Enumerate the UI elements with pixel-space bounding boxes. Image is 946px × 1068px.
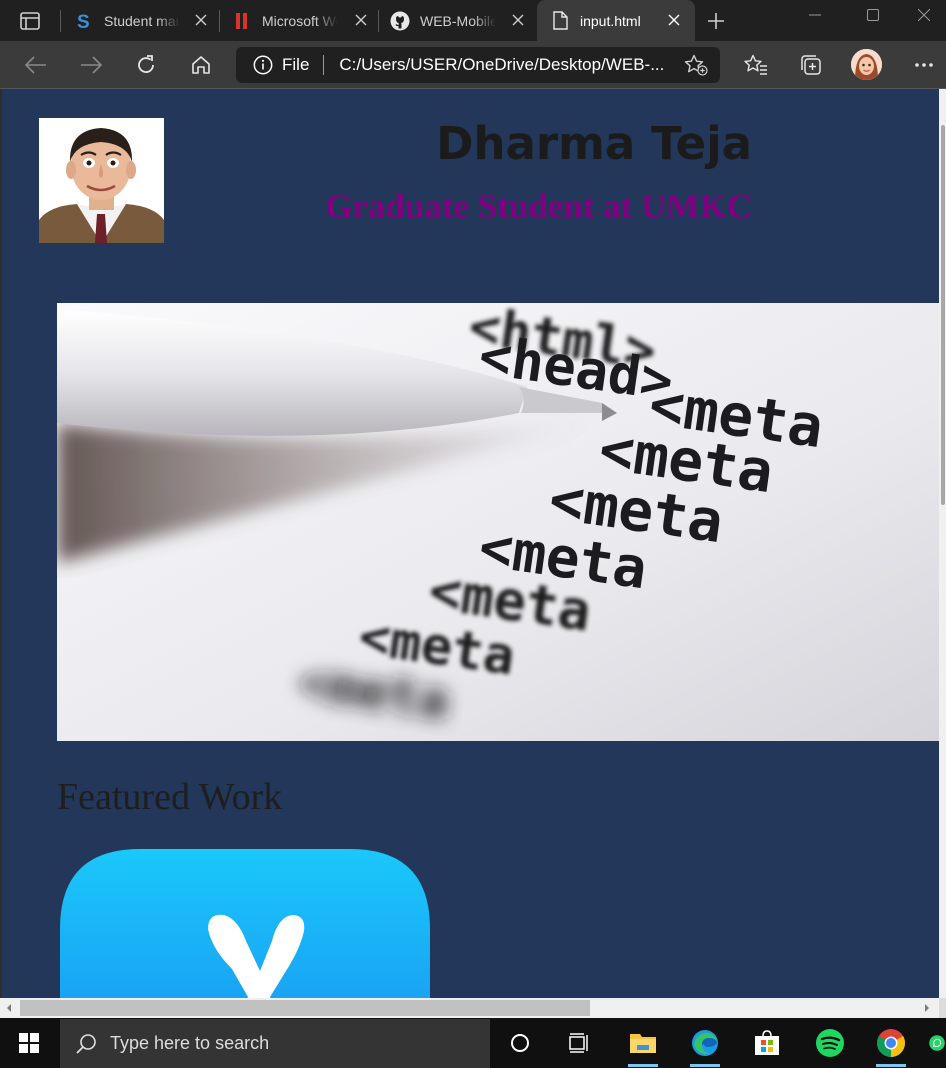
address-url[interactable]: C:/Users/USER/OneDrive/Desktop/WEB-...	[339, 55, 664, 75]
profile-photo	[39, 118, 164, 243]
scrollbar-corner	[939, 998, 946, 1018]
vertical-scrollbar[interactable]	[939, 89, 946, 998]
tab-web-mobile[interactable]: WEB-Mobile	[379, 0, 535, 41]
file-explorer-button[interactable]	[618, 1018, 668, 1068]
tab-title: WEB-Mobile	[420, 12, 496, 29]
featured-app-icon[interactable]	[60, 849, 430, 998]
maximize-icon	[867, 9, 879, 21]
tab-title: Microsoft Word	[262, 12, 338, 29]
arrow-right-icon	[81, 56, 102, 74]
arrow-left-icon	[25, 56, 46, 74]
more-icon	[915, 63, 933, 67]
xcode-app-icon	[60, 849, 430, 998]
html-code-pen-image: <html> <head> <meta <meta <meta <meta <m…	[57, 303, 939, 741]
page-subtitle-role: Graduate Student at UMKC	[325, 187, 752, 226]
close-icon[interactable]	[665, 11, 683, 29]
profile-avatar[interactable]	[851, 49, 882, 80]
minimize-icon	[809, 14, 821, 16]
tab-separator	[60, 10, 61, 32]
portrait-image	[39, 118, 164, 243]
close-icon[interactable]	[192, 11, 210, 29]
search-icon	[74, 1032, 98, 1056]
new-tab-button[interactable]	[703, 8, 729, 34]
tab-title: Student management	[104, 12, 180, 29]
windows-taskbar: Type here to search	[0, 1018, 946, 1068]
spotify-button[interactable]	[805, 1018, 855, 1068]
address-scheme-label: File	[282, 55, 310, 74]
plus-icon	[708, 13, 724, 29]
featured-work-heading: Featured Work	[57, 776, 283, 818]
task-view-button[interactable]	[555, 1018, 605, 1068]
back-button[interactable]	[20, 49, 52, 81]
collections-icon	[801, 55, 821, 75]
favorites-button[interactable]	[740, 49, 772, 81]
svg-text:S: S	[77, 12, 90, 31]
scroll-left-icon[interactable]	[4, 1003, 14, 1013]
home-button[interactable]	[185, 49, 217, 81]
favorites-icon	[744, 54, 767, 75]
start-button[interactable]	[0, 1018, 58, 1068]
tab-student-management[interactable]: S Student management	[62, 0, 218, 41]
info-icon[interactable]	[253, 55, 273, 75]
hero-banner-image: <html> <head> <meta <meta <meta <meta <m…	[57, 303, 939, 741]
task-view-icon	[569, 1033, 588, 1053]
s-logo-icon: S	[74, 11, 94, 31]
address-separator	[323, 55, 325, 75]
whatsapp-icon	[929, 1035, 945, 1051]
tab-strip: S Student management Microsoft Word WEB-…	[0, 0, 946, 41]
vertical-scrollbar-thumb[interactable]	[941, 125, 945, 505]
tab-input-html[interactable]: input.html	[537, 0, 695, 41]
tab-microsoft-word[interactable]: Microsoft Word	[220, 0, 378, 41]
forward-button[interactable]	[75, 49, 107, 81]
profile-avatar-icon	[851, 49, 882, 80]
home-icon	[192, 56, 210, 74]
cortana-icon	[511, 1034, 529, 1052]
minimize-button[interactable]	[786, 0, 844, 30]
red-bars-icon	[232, 11, 252, 31]
whatsapp-button[interactable]	[928, 1018, 946, 1068]
refresh-icon	[138, 55, 154, 73]
close-window-button[interactable]	[902, 0, 946, 30]
tab-actions-icon	[20, 12, 40, 30]
refresh-button[interactable]	[130, 49, 162, 81]
windows-logo-icon	[19, 1033, 39, 1053]
store-button[interactable]	[742, 1018, 792, 1068]
page-title-name: Dharma Teja	[436, 117, 752, 170]
close-icon[interactable]	[352, 11, 370, 29]
running-indicator	[876, 1064, 906, 1067]
settings-more-button[interactable]	[908, 49, 940, 81]
spotify-icon	[816, 1029, 844, 1057]
edge-icon	[692, 1030, 718, 1056]
chrome-button[interactable]	[866, 1018, 916, 1068]
tab-title: input.html	[580, 12, 641, 29]
file-explorer-icon	[630, 1034, 656, 1053]
edge-button[interactable]	[680, 1018, 730, 1068]
chrome-icon	[877, 1029, 905, 1057]
maximize-button[interactable]	[844, 0, 902, 30]
add-favorite-icon[interactable]	[684, 54, 708, 76]
tab-actions-button[interactable]	[13, 8, 47, 34]
horizontal-scrollbar-thumb[interactable]	[20, 1000, 590, 1016]
collections-button[interactable]	[795, 49, 827, 81]
running-indicator	[690, 1064, 720, 1067]
running-indicator	[628, 1064, 658, 1067]
document-icon	[550, 11, 570, 31]
address-bar[interactable]: File C:/Users/USER/OneDrive/Desktop/WEB-…	[236, 47, 720, 83]
github-icon	[390, 11, 410, 31]
store-icon	[755, 1030, 779, 1055]
cortana-button[interactable]	[495, 1018, 545, 1068]
horizontal-scrollbar[interactable]	[0, 998, 939, 1018]
search-placeholder: Type here to search	[110, 1033, 270, 1053]
browser-toolbar: File C:/Users/USER/OneDrive/Desktop/WEB-…	[0, 41, 946, 88]
scroll-right-icon[interactable]	[922, 1003, 932, 1013]
close-icon	[918, 9, 930, 21]
close-icon[interactable]	[509, 11, 527, 29]
taskbar-search-box[interactable]: Type here to search	[60, 1019, 490, 1068]
page-viewport: Dharma Teja Graduate Student at UMKC <ht…	[0, 89, 939, 998]
